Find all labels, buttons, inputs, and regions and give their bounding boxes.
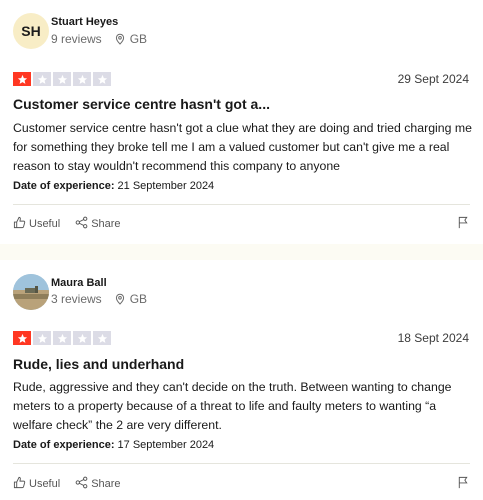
review-card: SH Stuart Heyes 9 reviews GB 29 Sept 202… <box>0 0 483 244</box>
star-icon <box>33 331 51 345</box>
star-rating <box>13 331 111 345</box>
review-count: 3 reviews <box>51 292 102 306</box>
review-date: 29 Sept 2024 <box>397 72 469 86</box>
avatar[interactable] <box>13 274 49 310</box>
share-button[interactable]: Share <box>75 216 121 232</box>
share-label: Share <box>91 218 121 230</box>
star-icon <box>73 72 91 86</box>
review-date: 18 Sept 2024 <box>397 331 469 345</box>
share-icon <box>75 476 88 492</box>
flag-icon[interactable] <box>457 476 469 489</box>
experience-date: 21 September 2024 <box>117 180 215 192</box>
useful-label: Useful <box>29 218 61 230</box>
share-button[interactable]: Share <box>75 476 121 492</box>
star-icon <box>93 331 111 345</box>
review-title[interactable]: Customer service centre hasn't got a... <box>13 96 270 112</box>
experience-date: 17 September 2024 <box>117 439 215 451</box>
star-icon <box>13 331 31 345</box>
star-rating <box>13 72 111 86</box>
thumbs-up-icon <box>13 476 26 492</box>
review-actions: Useful Share <box>13 216 121 232</box>
review-count: 9 reviews <box>51 32 102 46</box>
share-icon <box>75 216 88 232</box>
review-title[interactable]: Rude, lies and underhand <box>13 356 184 372</box>
review-body: Rude, aggressive and they can't decide o… <box>13 380 452 432</box>
avatar[interactable]: SH <box>13 13 49 49</box>
flag-icon[interactable] <box>457 216 469 229</box>
star-icon <box>73 331 91 345</box>
reviewer-country: GB <box>129 32 148 46</box>
reviewer-meta: 9 reviews GB <box>51 31 147 47</box>
reviewer-meta: 3 reviews GB <box>51 291 147 307</box>
share-label: Share <box>91 478 121 490</box>
map-pin-icon <box>114 293 126 305</box>
divider <box>13 204 470 205</box>
reviewer-name[interactable]: Stuart Heyes <box>51 16 118 28</box>
star-icon <box>13 72 31 86</box>
reviewer-name[interactable]: Maura Ball <box>51 277 107 289</box>
useful-label: Useful <box>29 478 61 490</box>
star-icon <box>53 72 71 86</box>
review-card: Maura Ball 3 reviews GB 18 Sept 2024 Rud… <box>0 260 483 500</box>
review-separator <box>0 244 483 260</box>
reviewer-country: GB <box>129 292 148 306</box>
thumbs-up-icon <box>13 216 26 232</box>
review-actions: Useful Share <box>13 476 121 492</box>
star-icon <box>93 72 111 86</box>
date-of-experience: Date of experience: 21 September 2024 <box>13 180 214 192</box>
divider <box>13 463 470 464</box>
map-pin-icon <box>114 33 126 45</box>
experience-label: Date of experience: <box>13 180 115 192</box>
star-icon <box>53 331 71 345</box>
date-of-experience: Date of experience: 17 September 2024 <box>13 439 214 451</box>
star-icon <box>33 72 51 86</box>
experience-label: Date of experience: <box>13 439 115 451</box>
useful-button[interactable]: Useful <box>13 216 60 232</box>
review-body: Customer service centre hasn't got a clu… <box>13 121 472 173</box>
useful-button[interactable]: Useful <box>13 476 60 492</box>
